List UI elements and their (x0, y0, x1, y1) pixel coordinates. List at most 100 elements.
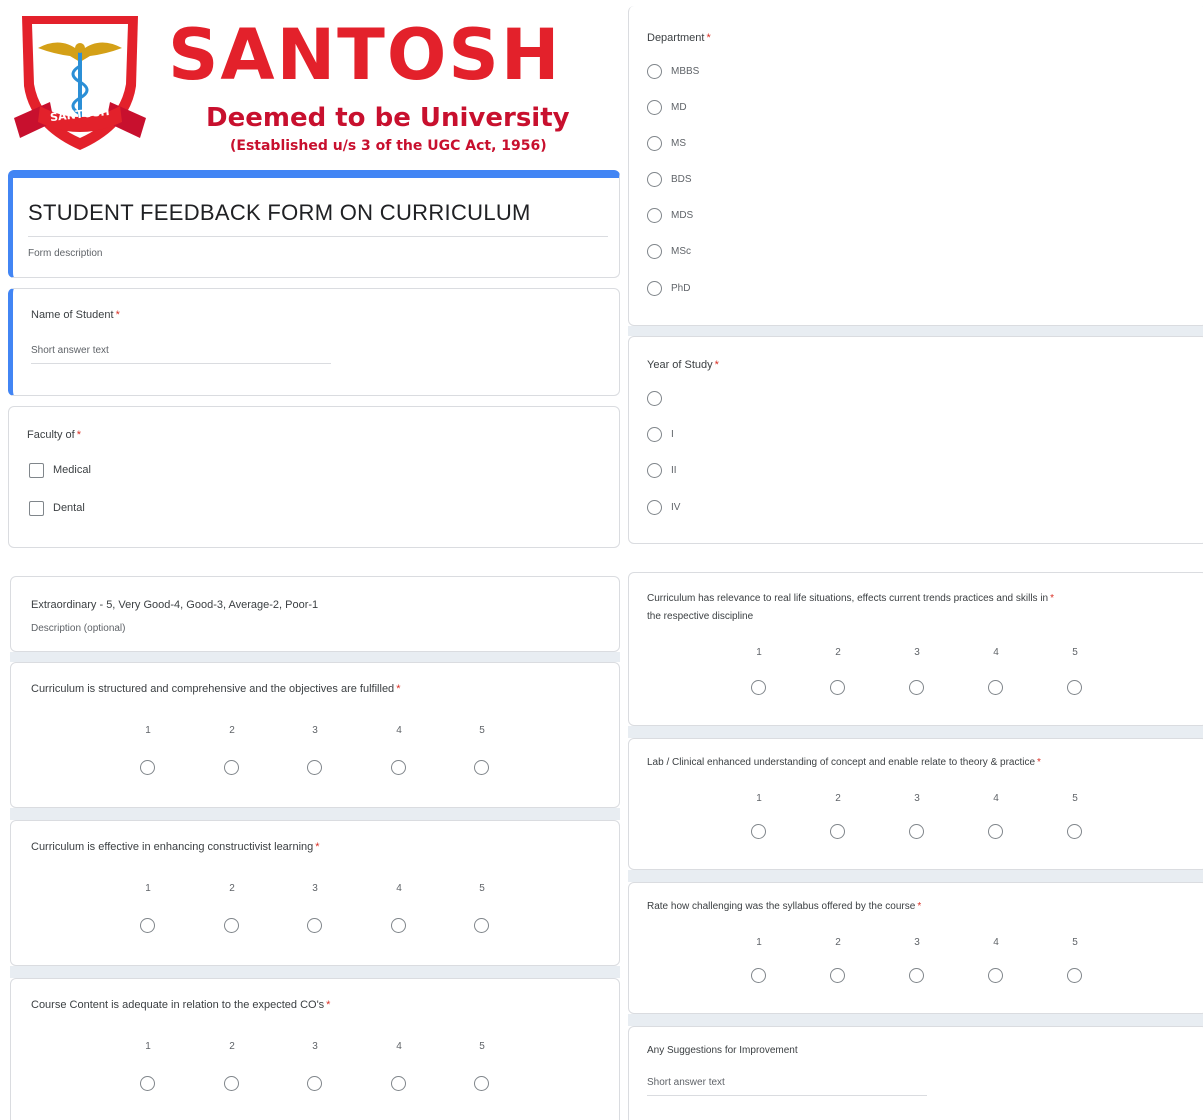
rating-radio-2[interactable] (224, 760, 239, 775)
year-radio-3[interactable] (647, 463, 662, 478)
year-radio-2[interactable] (647, 427, 662, 442)
rating-scale-label-2: 2 (835, 647, 841, 658)
rating-radio-4[interactable] (391, 1076, 406, 1091)
rating-radio-1[interactable] (140, 760, 155, 775)
rating-radio-2[interactable] (830, 968, 845, 983)
rating-radio-4[interactable] (391, 760, 406, 775)
rating-scale-label-5: 5 (1072, 793, 1078, 804)
rating-question-label-5: Lab / Clinical enhanced understanding of… (647, 757, 1041, 768)
rating-radio-2[interactable] (830, 680, 845, 695)
department-radio-md[interactable] (647, 100, 662, 115)
university-emblem-icon (14, 16, 146, 150)
faculty-checkbox-medical[interactable] (29, 463, 44, 478)
department-question-card: Department * MBBS MD MS BDS MDS MSc PhD (628, 6, 1203, 326)
year-option-4: IV (671, 502, 681, 513)
faculty-question-card: Faculty of * Medical Dental (8, 406, 620, 548)
name-question-label: Name of Student * (31, 309, 120, 321)
rating-scale-label-2: 2 (229, 725, 235, 736)
rating-question-label-2: Curriculum is effective in enhancing con… (31, 841, 320, 853)
suggestions-answer-input[interactable]: Short answer text (647, 1077, 725, 1088)
rating-radio-4[interactable] (988, 968, 1003, 983)
rating-scale-label-5: 5 (479, 1041, 485, 1052)
rating-scale-label-4: 4 (396, 1041, 402, 1052)
rating-scale-label-3: 3 (914, 793, 920, 804)
rating-radio-4[interactable] (988, 680, 1003, 695)
department-option-ms: MS (671, 138, 686, 149)
rating-radio-3[interactable] (909, 968, 924, 983)
rating-radio-1[interactable] (751, 824, 766, 839)
rating-radio-2[interactable] (224, 1076, 239, 1091)
brand-established: (Established u/s 3 of the UGC Act, 1956) (230, 138, 547, 154)
name-answer-input[interactable]: Short answer text (31, 345, 109, 356)
suggestions-question-card: Any Suggestions for Improvement Short an… (628, 1026, 1203, 1120)
department-option-mbbs: MBBS (671, 66, 700, 77)
faculty-option-dental: Dental (53, 502, 85, 514)
rating-radio-5[interactable] (474, 918, 489, 933)
rating-question-label-4-cont: the respective discipline (647, 611, 754, 622)
rating-radio-3[interactable] (307, 918, 322, 933)
department-radio-msc[interactable] (647, 244, 662, 259)
rating-scale-label-1: 1 (756, 647, 762, 658)
suggestions-answer-underline (647, 1095, 927, 1096)
department-radio-mds[interactable] (647, 208, 662, 223)
department-option-msc: MSc (671, 246, 691, 257)
section-gap (628, 726, 1203, 738)
department-radio-mbbs[interactable] (647, 64, 662, 79)
rating-radio-4[interactable] (988, 824, 1003, 839)
rating-radio-5[interactable] (1067, 680, 1082, 695)
rating-radio-3[interactable] (909, 824, 924, 839)
rating-scale-label-4: 4 (396, 725, 402, 736)
faculty-checkbox-dental[interactable] (29, 501, 44, 516)
scale-section-card: Extraordinary - 5, Very Good-4, Good-3, … (10, 576, 620, 652)
header-banner: SANTOSH SANTOSH Deemed to be University … (8, 6, 620, 164)
brand-name: SANTOSH (168, 14, 562, 96)
section-gap (10, 652, 620, 662)
department-option-bds: BDS (671, 174, 692, 185)
rating-radio-5[interactable] (474, 1076, 489, 1091)
rating-question-card-4: Curriculum has relevance to real life si… (628, 572, 1203, 726)
year-radio-1[interactable] (647, 391, 662, 406)
rating-radio-1[interactable] (751, 680, 766, 695)
rating-radio-1[interactable] (751, 968, 766, 983)
rating-question-label-1: Curriculum is structured and comprehensi… (31, 683, 401, 695)
scale-section-description[interactable]: Description (optional) (31, 623, 126, 634)
rating-question-card-5: Lab / Clinical enhanced understanding of… (628, 738, 1203, 870)
rating-question-card-6: Rate how challenging was the syllabus of… (628, 882, 1203, 1014)
rating-scale-label-3: 3 (914, 937, 920, 948)
department-radio-bds[interactable] (647, 172, 662, 187)
rating-question-card-3: Course Content is adequate in relation t… (10, 978, 620, 1120)
department-question-label: Department * (647, 32, 711, 44)
scale-section-title: Extraordinary - 5, Very Good-4, Good-3, … (31, 599, 319, 611)
rating-radio-4[interactable] (391, 918, 406, 933)
rating-radio-5[interactable] (474, 760, 489, 775)
brand-tagline: Deemed to be University (206, 103, 570, 133)
rating-scale-label-5: 5 (1072, 647, 1078, 658)
rating-radio-2[interactable] (224, 918, 239, 933)
year-radio-4[interactable] (647, 500, 662, 515)
department-radio-ms[interactable] (647, 136, 662, 151)
rating-radio-2[interactable] (830, 824, 845, 839)
department-option-mds: MDS (671, 210, 694, 221)
department-radio-phd[interactable] (647, 281, 662, 296)
section-gap (10, 808, 620, 820)
form-title-card: STUDENT FEEDBACK FORM ON CURRICULUM Form… (8, 170, 620, 278)
rating-radio-1[interactable] (140, 918, 155, 933)
rating-scale-label-3: 3 (914, 647, 920, 658)
rating-radio-5[interactable] (1067, 968, 1082, 983)
rating-radio-3[interactable] (909, 680, 924, 695)
rating-scale-label-2: 2 (229, 883, 235, 894)
rating-radio-1[interactable] (140, 1076, 155, 1091)
form-description[interactable]: Form description (28, 248, 102, 259)
name-question-card: Name of Student * Short answer text (8, 288, 620, 396)
rating-radio-5[interactable] (1067, 824, 1082, 839)
rating-scale-label-5: 5 (1072, 937, 1078, 948)
name-answer-underline (31, 363, 331, 364)
section-gap (628, 326, 1203, 336)
rating-question-card-2: Curriculum is effective in enhancing con… (10, 820, 620, 966)
year-question-label: Year of Study * (647, 359, 719, 371)
rating-scale-label-1: 1 (145, 725, 151, 736)
rating-radio-3[interactable] (307, 760, 322, 775)
section-gap (10, 966, 620, 978)
rating-radio-3[interactable] (307, 1076, 322, 1091)
department-option-phd: PhD (671, 283, 691, 294)
